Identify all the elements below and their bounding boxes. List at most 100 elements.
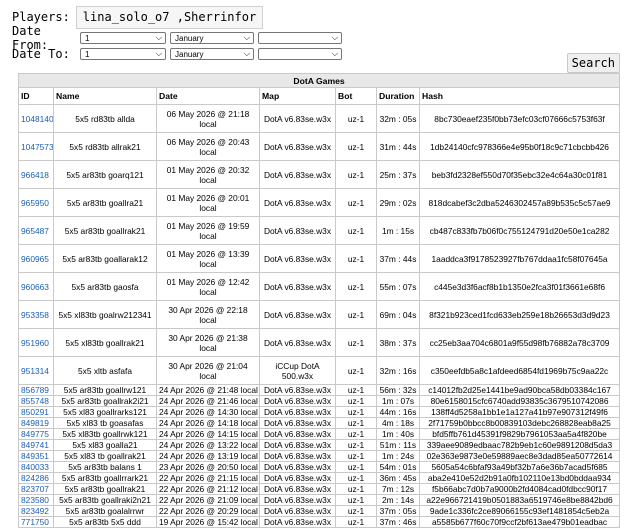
column-header-name: Name — [53, 87, 157, 105]
cell-hash: 339aee9089edbaac782b9eb1c60e9891208d5da3 — [418, 439, 621, 451]
cell-date: 01 May 2026 @ 20:01 local — [156, 188, 260, 217]
game-id-link[interactable]: 1048140 — [18, 104, 54, 133]
cell-bot: uz-1 — [335, 406, 377, 418]
game-id-link[interactable]: 1047573 — [18, 132, 54, 161]
game-id-link[interactable]: 960663 — [18, 272, 54, 301]
game-id-link[interactable]: 966418 — [18, 160, 54, 189]
search-button[interactable]: Search — [566, 53, 620, 73]
cell-map: DotA v6.83se.w3x — [259, 516, 336, 528]
cell-map: DotA v6.83se.w3x — [259, 450, 336, 462]
game-id-link[interactable]: 849775 — [18, 428, 54, 440]
games-table: DotA Games ID Name Date Map Bot Duration Hash … — [17, 73, 621, 528]
column-header-map: Map — [259, 87, 336, 105]
game-id-link[interactable]: 849351 — [18, 450, 54, 462]
game-id-link[interactable]: 840033 — [18, 461, 54, 473]
cell-duration: 36m : 45s — [376, 472, 420, 484]
cell-hash: a22e966721419b0501883a6519746e8be8842bd6 — [418, 494, 621, 506]
cell-date: 23 Apr 2026 @ 20:50 local — [156, 461, 260, 473]
cell-duration: 29m : 02s — [376, 188, 420, 217]
game-id-link[interactable]: 824286 — [18, 472, 54, 484]
cell-date: 24 Apr 2026 @ 21:48 local — [156, 384, 260, 396]
cell-name: 5x5 rd83tb allda — [53, 104, 157, 133]
cell-map: DotA v6.83se.w3x — [259, 494, 336, 506]
cell-duration: 2m : 14s — [376, 494, 420, 506]
to-month-select[interactable]: January ⌵ — [170, 48, 254, 60]
players-input[interactable]: lina_solo_o7 ,Sherrinfor — [75, 5, 264, 29]
cell-map: DotA v6.83se.w3x — [259, 461, 336, 473]
game-id-link[interactable]: 850291 — [18, 406, 54, 418]
game-id-link[interactable]: 849741 — [18, 439, 54, 451]
game-id-link[interactable]: 823492 — [18, 505, 54, 517]
cell-map: DotA v6.83se.w3x — [259, 132, 336, 161]
game-id-link[interactable]: 823707 — [18, 483, 54, 495]
table-row: 965487 5x5 ar83tb goallrak21 01 May 2026 @… — [18, 216, 621, 245]
cell-name: 5x5 ar83tb goallra21 — [53, 188, 157, 217]
game-id-link[interactable]: 965950 — [18, 188, 54, 217]
cell-map: DotA v6.83se.w3x — [259, 472, 336, 484]
cell-duration: 4m : 18s — [376, 417, 420, 429]
cell-map: DotA v6.83se.w3x — [259, 216, 336, 245]
cell-date: 24 Apr 2026 @ 13:22 local — [156, 439, 260, 451]
cell-name: 5x5 ar83tb goallrak21 — [53, 216, 157, 245]
game-id-link[interactable]: 965487 — [18, 216, 54, 245]
cell-duration: 38m : 37s — [376, 328, 420, 357]
cell-hash: cc25eb3aa704c6801a9f55d98fb76882a78c3709 — [418, 328, 621, 357]
cell-map: DotA v6.83se.w3x — [259, 483, 336, 495]
game-id-link[interactable]: 849819 — [18, 417, 54, 429]
cell-duration: 37m : 05s — [376, 505, 420, 517]
cell-hash: c14012fb2d25e1441be9ad90bca58db03384c167 — [418, 384, 621, 396]
cell-date: 22 Apr 2026 @ 21:15 local — [156, 472, 260, 484]
cell-date: 22 Apr 2026 @ 21:09 local — [156, 494, 260, 506]
table-caption: DotA Games — [17, 73, 621, 88]
game-id-link[interactable]: 951960 — [18, 328, 54, 357]
cell-name: 5x5 xl83 tb goasafas — [53, 417, 157, 429]
cell-map: DotA v6.83se.w3x — [259, 406, 336, 418]
cell-duration: 51m : 11s — [376, 439, 420, 451]
cell-map: DotA v6.83se.w3x — [259, 188, 336, 217]
chevron-down-icon: ⌵ — [155, 33, 162, 42]
from-day-select[interactable]: 1 ⌵ — [80, 32, 166, 44]
game-id-link[interactable]: 856789 — [18, 384, 54, 396]
to-day-select[interactable]: 1 ⌵ — [80, 48, 166, 60]
table-row: 824286 5x5 ar83tb goallrrark21 22 Apr 2026… — [18, 472, 621, 484]
cell-name: 5x5 ar83tb balans 1 — [53, 461, 157, 473]
from-month-value: January — [175, 33, 204, 43]
cell-bot: uz-1 — [335, 328, 377, 357]
from-year-select[interactable]: ⌵ — [258, 32, 342, 44]
chevron-down-icon: ⌵ — [243, 49, 250, 58]
cell-name: 5x5 rd83tb allrak21 — [53, 132, 157, 161]
cell-date: 30 Apr 2026 @ 21:38 local — [156, 328, 260, 357]
cell-hash: f5b66abc7d0b7a9000b2fd4084cad0fdbcc90f17 — [418, 483, 621, 495]
game-id-link[interactable]: 951314 — [18, 356, 54, 385]
cell-hash: 2f71759b0bbcc8b00839103debc268828eab8a25 — [418, 417, 621, 429]
table-row: 849819 5x5 xl83 tb goasafas 24 Apr 2026 @ … — [18, 417, 621, 429]
cell-name: 5x5 xl83tb goallrak21 — [53, 328, 157, 357]
column-header-hash: Hash — [418, 87, 621, 105]
cell-name: 5x5 xl83 goallrarks121 — [53, 406, 157, 418]
from-month-select[interactable]: January ⌵ — [170, 32, 254, 44]
cell-duration: 32m : 16s — [376, 356, 420, 385]
from-day-value: 1 — [85, 33, 90, 43]
column-header-duration: Duration — [376, 87, 420, 105]
cell-bot: uz-1 — [335, 384, 377, 396]
game-id-link[interactable]: 953358 — [18, 300, 54, 329]
game-id-link[interactable]: 855748 — [18, 395, 54, 407]
cell-date: 06 May 2026 @ 21:18 local — [156, 104, 260, 133]
cell-hash: 80e6158015cfc6740add93835c3679510742086 — [418, 395, 621, 407]
cell-name: 5x5 ar83tb goalalrrwr — [53, 505, 157, 517]
chevron-down-icon: ⌵ — [331, 33, 338, 42]
to-year-select[interactable]: ⌵ — [258, 48, 342, 60]
cell-map: DotA v6.83se.w3x — [259, 328, 336, 357]
game-id-link[interactable]: 823580 — [18, 494, 54, 506]
cell-name: 5x5 ar83tb goallrak2i21 — [53, 395, 157, 407]
table-row: 960965 5x5 ar83tb goallarak12 01 May 2026 … — [18, 244, 621, 273]
cell-bot: uz-1 — [335, 439, 377, 451]
cell-hash: 8f321b923ced1fcd633eb259e18b26653d3d9d23 — [418, 300, 621, 329]
cell-date: 19 Apr 2026 @ 15:42 local — [156, 516, 260, 528]
cell-hash: 5605a54c6bfaf93a49bf32b7a6e36b7acad5f685 — [418, 461, 621, 473]
cell-hash: beb3fd2328ef550d70f35ebc32e4c64a30c01f81 — [418, 160, 621, 189]
cell-name: 5x5 xl83 goalla21 — [53, 439, 157, 451]
game-id-link[interactable]: 771750 — [18, 516, 54, 528]
game-id-link[interactable]: 960965 — [18, 244, 54, 273]
cell-date: 22 Apr 2026 @ 20:29 local — [156, 505, 260, 517]
